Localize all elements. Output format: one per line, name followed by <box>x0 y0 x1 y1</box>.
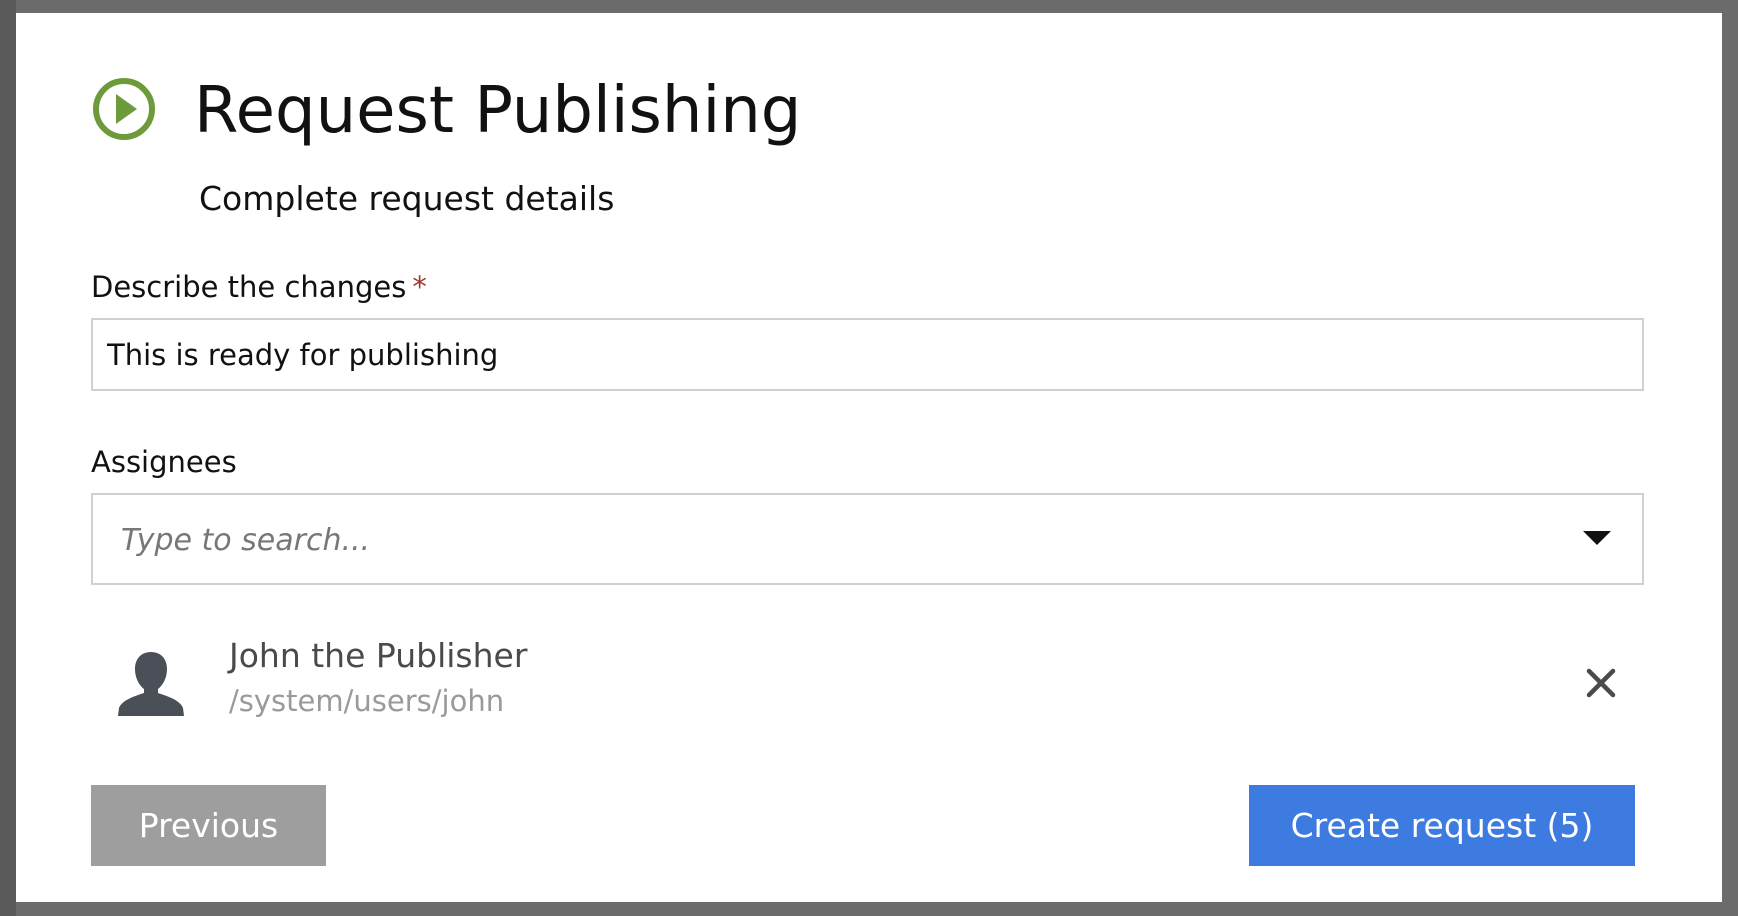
assignee-search-input[interactable] <box>119 495 1543 585</box>
modal-backdrop <box>0 0 16 916</box>
chevron-down-icon[interactable] <box>1582 526 1612 550</box>
describe-changes-input[interactable] <box>91 318 1644 391</box>
assignee-search-combobox[interactable] <box>91 493 1644 585</box>
assignee-list-item: John the Publisher /system/users/john <box>91 628 1644 728</box>
assignee-path: /system/users/john <box>229 684 505 718</box>
user-avatar-icon <box>113 646 189 722</box>
describe-changes-label: Describe the changes * <box>91 268 427 306</box>
required-marker: * <box>412 270 427 304</box>
create-request-button[interactable]: Create request (5) <box>1249 785 1635 866</box>
previous-button[interactable]: Previous <box>91 785 326 866</box>
describe-changes-label-text: Describe the changes <box>91 270 407 304</box>
assignees-label: Assignees <box>91 445 237 479</box>
dialog-subtitle: Complete request details <box>199 179 615 218</box>
dialog-title: Request Publishing <box>194 74 802 148</box>
request-publishing-dialog: Request Publishing Complete request deta… <box>16 13 1722 902</box>
play-circle-icon <box>90 75 158 143</box>
close-icon[interactable] <box>1584 666 1618 700</box>
assignee-name: John the Publisher <box>229 636 528 675</box>
